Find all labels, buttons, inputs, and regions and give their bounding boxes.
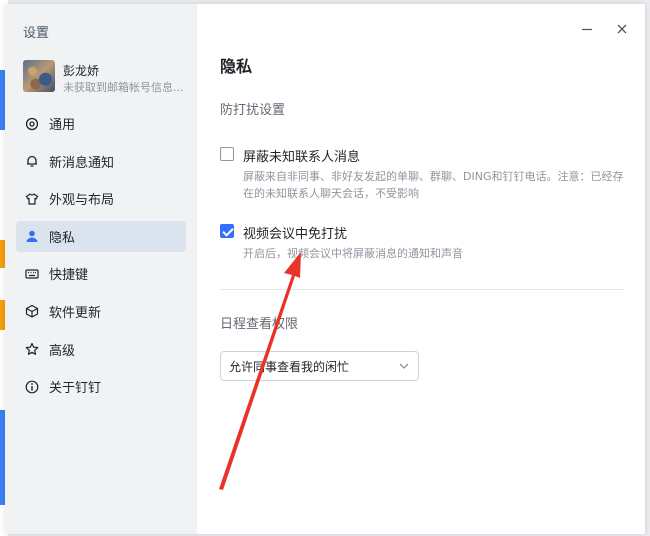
sidebar-item-general[interactable]: 通用 [16,108,186,139]
avatar[interactable] [23,60,55,92]
sidebar-item-appearance[interactable]: 外观与布局 [16,183,186,214]
option-title: 视频会议中免打扰 [243,227,348,242]
sidebar-item-advanced[interactable]: 高级 [16,334,186,365]
gear-icon [25,117,39,131]
keyboard-icon [25,267,39,281]
settings-window: 设置 彭龙娇 未获取到邮箱帐号信息... 通用 新消息通知 外观与布局 隐私 快… [5,4,645,534]
minimize-icon [582,28,592,31]
user-icon [25,229,39,243]
close-icon [617,24,627,34]
select-value: 允许同事查看我的闲忙 [229,359,350,374]
sidebar-item-privacy[interactable]: 隐私 [16,220,186,252]
settings-title: 设置 [23,26,50,41]
chevron-down-icon [399,363,409,369]
settings-nav: 通用 新消息通知 外观与布局 隐私 快捷键 软件更新 高级 关于钉钉 [16,108,186,409]
privacy-panel: 隐私 防打扰设置 屏蔽未知联系人消息 屏蔽来自非同事、非好友发起的单聊、群聊、D… [197,4,645,534]
schedule-visibility-select[interactable]: 允许同事查看我的闲忙 [220,351,419,381]
sidebar-item-label: 高级 [49,343,76,359]
sidebar-item-label: 快捷键 [49,268,89,284]
cube-icon [25,304,39,319]
sidebar-item-about[interactable]: 关于钉钉 [16,371,186,402]
sidebar-item-updates[interactable]: 软件更新 [16,296,186,327]
sidebar-item-label: 隐私 [49,230,76,246]
minimize-button[interactable] [578,20,596,38]
schedule-section-label: 日程查看权限 [220,317,299,332]
sidebar-item-label: 软件更新 [49,305,102,321]
profile-email-status: 未获取到邮箱帐号信息... [63,81,184,94]
sidebar-item-shortcuts[interactable]: 快捷键 [16,258,186,289]
info-icon [25,380,39,394]
sidebar-item-label: 关于钉钉 [49,381,102,397]
shirt-icon [25,192,39,206]
settings-sidebar: 设置 彭龙娇 未获取到邮箱帐号信息... 通用 新消息通知 外观与布局 隐私 快… [5,4,197,534]
block-unknown-contacts-checkbox[interactable] [220,147,234,161]
profile-name: 彭龙娇 [63,64,100,78]
option-description: 开启后，视频会议中将屏蔽消息的通知和声音 [243,247,463,260]
user-profile[interactable]: 彭龙娇 未获取到邮箱帐号信息... [23,60,193,96]
sidebar-item-label: 新消息通知 [49,155,115,171]
close-button[interactable] [613,20,631,38]
option-title: 屏蔽未知联系人消息 [243,150,361,165]
page-title: 隐私 [220,57,253,76]
block-unknown-contacts-option: 屏蔽未知联系人消息 屏蔽来自非同事、非好友发起的单聊、群聊、DING和钉钉电话。… [220,146,630,206]
dnd-section-label: 防打扰设置 [220,103,286,118]
sidebar-item-notifications[interactable]: 新消息通知 [16,146,186,177]
bell-icon [25,154,39,168]
option-description: 屏蔽来自非同事、非好友发起的单聊、群聊、DING和钉钉电话。注意：已经存在的未知… [243,170,624,200]
sidebar-item-label: 通用 [49,118,76,133]
star-icon [25,342,39,356]
section-divider [220,289,625,290]
sidebar-item-label: 外观与布局 [49,193,115,209]
meeting-dnd-option: 视频会议中免打扰 开启后，视频会议中将屏蔽消息的通知和声音 [220,223,630,263]
meeting-dnd-checkbox[interactable] [220,224,234,238]
